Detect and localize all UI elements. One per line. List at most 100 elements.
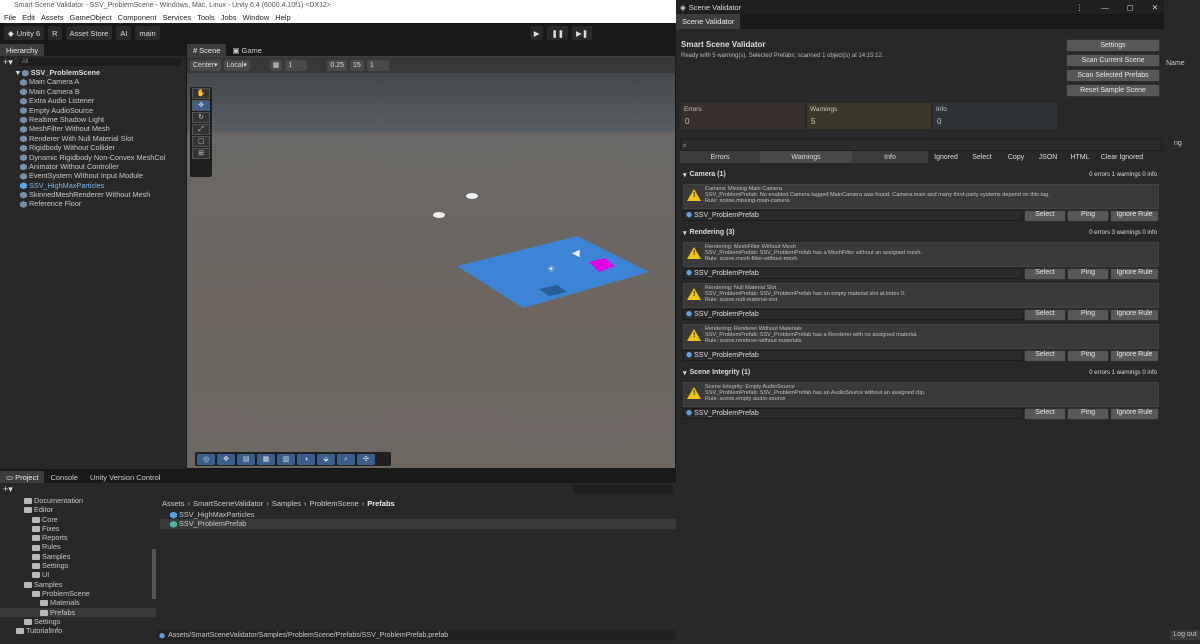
hierarchy-item[interactable]: Animator Without Controller xyxy=(20,162,186,171)
ignore-rule-button[interactable]: Ignore Rule xyxy=(1110,210,1159,222)
tab-hierarchy[interactable]: Hierarchy xyxy=(0,44,45,56)
project-tree-item[interactable]: Core xyxy=(0,515,156,524)
object-field[interactable]: ⬢ SSV_ProblemPrefab xyxy=(683,268,1023,279)
hierarchy-scene-row[interactable]: ▾ SSV_ProblemScene xyxy=(16,68,186,77)
tab-scene[interactable]: # Scene xyxy=(187,44,227,56)
project-tree-item[interactable]: Rules xyxy=(0,542,156,551)
maximize-icon[interactable]: ▢ xyxy=(1127,3,1134,12)
clear-ignored-button[interactable]: Clear Ignored xyxy=(1096,151,1148,163)
more-icon[interactable]: ⋮ xyxy=(1076,3,1084,12)
scene-viewport[interactable]: ◀ ☀ xyxy=(187,56,675,468)
ai-button[interactable]: AI xyxy=(116,26,132,40)
angle-field[interactable]: 15 xyxy=(350,59,364,71)
rect-tool-icon[interactable]: ▢ xyxy=(192,136,210,147)
hierarchy-item[interactable]: SSV_HighMaxParticles xyxy=(20,181,186,190)
project-search-input[interactable] xyxy=(572,485,673,493)
project-tree-item[interactable]: Documentation xyxy=(0,496,156,505)
project-tree-item[interactable]: Settings xyxy=(0,617,156,626)
reset-sample-scene-button[interactable]: Reset Sample Scene xyxy=(1066,84,1160,97)
ping-button[interactable]: Ping xyxy=(1067,309,1109,321)
ignore-rule-button[interactable]: Ignore Rule xyxy=(1110,309,1159,321)
transform-tool-icon[interactable]: ⊞ xyxy=(192,148,210,159)
menu-assets[interactable]: Assets xyxy=(41,13,64,22)
step-button[interactable]: ▶❚ xyxy=(572,26,593,40)
overlay-tool-icon[interactable]: ◎ xyxy=(197,453,215,465)
ping-button[interactable]: Ping xyxy=(1067,350,1109,362)
pause-button[interactable]: ❚❚ xyxy=(547,26,569,40)
logout-button[interactable]: Log out xyxy=(1170,630,1200,640)
ping-button[interactable]: Ping xyxy=(1067,408,1109,420)
hierarchy-item[interactable]: Renderer With Null Material Slot xyxy=(20,134,186,143)
minimize-icon[interactable]: — xyxy=(1101,3,1109,12)
tab-game[interactable]: ▣ Game xyxy=(226,44,268,56)
add-icon[interactable]: +▾ xyxy=(3,57,13,68)
file-item[interactable]: SSV_HighMaxParticles xyxy=(160,510,676,519)
menu-jobs[interactable]: Jobs xyxy=(221,13,237,22)
tab-console[interactable]: Console xyxy=(44,471,84,483)
project-tree-item[interactable]: Reports xyxy=(0,533,156,542)
menu-file[interactable]: File xyxy=(4,13,16,22)
settings-button[interactable]: Settings xyxy=(1066,39,1160,52)
export-html-button[interactable]: HTML xyxy=(1064,151,1096,163)
project-tree-item[interactable]: TutorialInfo xyxy=(0,626,156,635)
filter-info-toggle[interactable]: Info xyxy=(852,151,928,163)
scan-current-scene-button[interactable]: Scan Current Scene xyxy=(1066,54,1160,67)
ignore-rule-button[interactable]: Ignore Rule xyxy=(1110,268,1159,280)
overlay-tool-icon[interactable]: ✥ xyxy=(217,453,235,465)
section-header-rendering[interactable]: ▾ Rendering (3) 0 errors 3 warnings 0 inf… xyxy=(683,227,1157,238)
menu-help[interactable]: Help xyxy=(275,13,290,22)
scale-field[interactable]: 1 xyxy=(366,59,389,71)
tab-version-control[interactable]: Unity Version Control xyxy=(84,471,166,483)
project-tree-item[interactable]: Prefabs xyxy=(0,607,156,617)
select-button[interactable]: Select xyxy=(1024,350,1066,362)
scan-selected-prefabs-button[interactable]: Scan Selected Prefabs xyxy=(1066,69,1160,82)
copy-button[interactable]: Copy xyxy=(1000,151,1032,163)
object-field[interactable]: ⬢ SSV_ProblemPrefab xyxy=(683,210,1023,221)
issue-search-input[interactable]: ⌕ xyxy=(680,139,1162,151)
hierarchy-item[interactable]: Reference Floor xyxy=(20,199,186,208)
ignore-rule-button[interactable]: Ignore Rule xyxy=(1110,350,1159,362)
hierarchy-item[interactable]: Main Camera B xyxy=(20,87,186,96)
select-all-button[interactable]: Select xyxy=(964,151,1000,163)
menu-tools[interactable]: Tools xyxy=(197,13,215,22)
overlay-tool-icon[interactable]: ✣ xyxy=(357,453,375,465)
close-icon[interactable]: ✕ xyxy=(1152,3,1158,12)
account-button[interactable]: ◆ Unity 6 xyxy=(4,26,45,40)
select-button[interactable]: Select xyxy=(1024,309,1066,321)
file-item[interactable]: SSV_ProblemPrefab xyxy=(160,519,676,529)
space-dropdown[interactable]: Local ▾ xyxy=(223,59,250,71)
project-tree-item[interactable]: Editor xyxy=(0,505,156,514)
overlay-tool-icon[interactable]: ⌕ xyxy=(337,453,355,465)
menu-gameobject[interactable]: GameObject xyxy=(70,13,112,22)
hierarchy-item[interactable]: EventSystem Without Input Module xyxy=(20,171,186,180)
grid-button[interactable]: ▦ xyxy=(269,59,283,71)
project-tree-item[interactable]: Materials xyxy=(0,598,156,607)
object-field[interactable]: ⬢ SSV_ProblemPrefab xyxy=(683,350,1023,361)
branch-button[interactable]: main xyxy=(135,26,160,40)
user-button[interactable]: R xyxy=(48,26,62,40)
select-button[interactable]: Select xyxy=(1024,210,1066,222)
filter-errors-toggle[interactable]: Errors xyxy=(680,151,760,163)
view-tool-icon[interactable]: ✋ xyxy=(192,88,210,99)
grid-size-field[interactable]: 1 xyxy=(285,59,308,71)
tab-scene-validator[interactable]: Scene Validator xyxy=(676,14,741,29)
project-tree-item[interactable]: UI xyxy=(0,570,156,579)
move-tool-icon[interactable]: ✥ xyxy=(192,100,210,111)
overlay-tool-icon[interactable]: ▤ xyxy=(237,453,255,465)
rotate-tool-icon[interactable]: ↻ xyxy=(192,112,210,123)
asset-store-button[interactable]: Asset Store xyxy=(65,26,113,40)
ping-button[interactable]: Ping xyxy=(1067,268,1109,280)
play-button[interactable]: ▶ xyxy=(529,26,544,40)
filter-warnings-toggle[interactable]: Warnings xyxy=(760,151,852,163)
ping-button[interactable]: Ping xyxy=(1067,210,1109,222)
menu-services[interactable]: Services xyxy=(162,13,191,22)
export-json-button[interactable]: JSON xyxy=(1032,151,1064,163)
hierarchy-item[interactable]: MeshFilter Without Mesh xyxy=(20,124,186,133)
hierarchy-item[interactable]: Empty AudioSource xyxy=(20,106,186,115)
hierarchy-search-input[interactable]: All xyxy=(18,58,182,66)
select-button[interactable]: Select xyxy=(1024,408,1066,420)
project-tree-item[interactable]: ProblemScene xyxy=(0,589,156,598)
object-field[interactable]: ⬢ SSV_ProblemPrefab xyxy=(683,309,1023,320)
menu-edit[interactable]: Edit xyxy=(22,13,35,22)
project-tree-item[interactable]: Samples xyxy=(0,552,156,561)
